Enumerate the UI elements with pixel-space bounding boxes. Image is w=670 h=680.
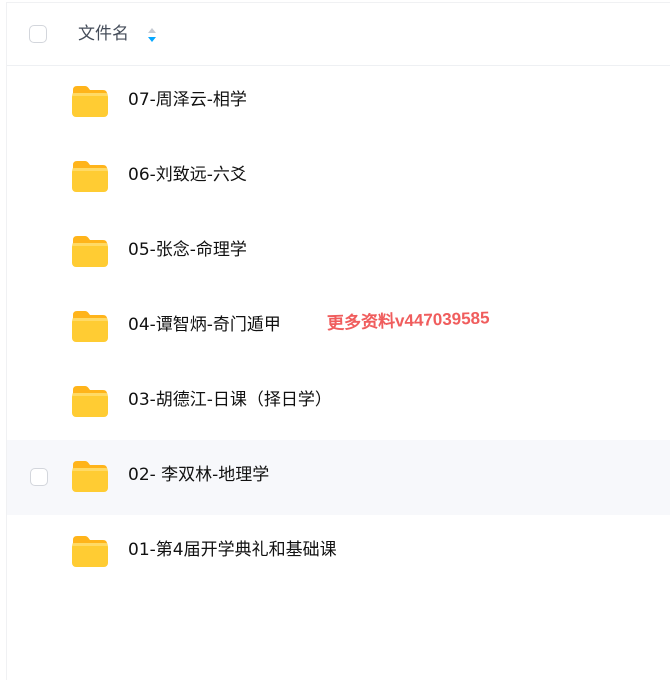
file-list-panel: 文件名 07-周泽云-相学 06-刘致远-六爻 05-张念-命理学 04-谭智炳… <box>6 2 670 680</box>
file-name[interactable]: 06-刘致远-六爻 <box>128 163 247 187</box>
folder-icon <box>71 384 109 418</box>
file-name[interactable]: 01-第4届开学典礼和基础课 <box>128 538 337 562</box>
file-row[interactable]: 01-第4届开学典礼和基础课 <box>7 515 670 590</box>
file-name[interactable]: 04-谭智炳-奇门遁甲 <box>128 313 281 337</box>
row-checkbox[interactable] <box>30 468 48 486</box>
file-name[interactable]: 07-周泽云-相学 <box>128 88 247 112</box>
file-row[interactable]: 03-胡德江-日课（择日学） <box>7 365 670 440</box>
folder-icon <box>71 84 109 118</box>
file-name[interactable]: 05-张念-命理学 <box>128 238 247 262</box>
column-header-filename[interactable]: 文件名 <box>78 23 129 45</box>
file-list-header: 文件名 <box>7 3 670 66</box>
folder-icon <box>71 459 109 493</box>
file-row[interactable]: 07-周泽云-相学 <box>7 65 670 140</box>
file-row-hovered[interactable]: 02- 李双林-地理学 <box>7 440 670 515</box>
file-row[interactable]: 05-张念-命理学 <box>7 215 670 290</box>
folder-icon <box>71 234 109 268</box>
folder-icon <box>71 534 109 568</box>
file-name[interactable]: 02- 李双林-地理学 <box>128 463 269 487</box>
file-row[interactable]: 06-刘致远-六爻 <box>7 140 670 215</box>
file-name[interactable]: 03-胡德江-日课（择日学） <box>128 388 332 412</box>
sort-icon[interactable] <box>147 27 157 43</box>
select-all-checkbox[interactable] <box>29 25 47 43</box>
folder-icon <box>71 309 109 343</box>
folder-icon <box>71 159 109 193</box>
